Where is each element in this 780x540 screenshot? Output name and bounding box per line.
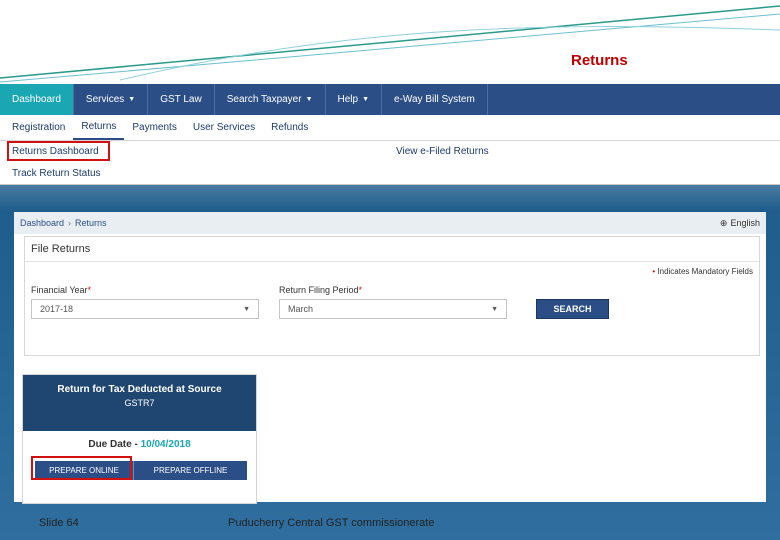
- breadcrumb-current: Returns: [75, 218, 107, 228]
- main-nav: Dashboard Services ▼ GST Law Search Taxpa…: [0, 84, 780, 115]
- return-period-label-text: Return Filing Period: [279, 285, 359, 295]
- slide-decoration: [0, 5, 780, 83]
- nav-label: Services: [85, 94, 125, 105]
- prepare-offline-button[interactable]: PREPARE OFFLINE: [133, 461, 247, 480]
- language-label: English: [730, 218, 760, 228]
- returns-page: Dashboard › Returns ⊕ English File Returns …: [14, 212, 766, 504]
- caret-down-icon: ▼: [128, 96, 136, 103]
- financial-year-label: Financial Year*: [31, 285, 91, 295]
- financial-year-label-text: Financial Year: [31, 285, 88, 295]
- chevron-down-icon: ▼: [491, 305, 498, 313]
- mandatory-note: • Indicates Mandatory Fields: [652, 267, 753, 276]
- slide-number: Slide 64: [39, 517, 79, 529]
- nav-label: Dashboard: [12, 94, 61, 105]
- view-efiled-returns-link[interactable]: View e-Filed Returns: [396, 146, 489, 157]
- return-period-select[interactable]: March ▼: [279, 299, 507, 319]
- breadcrumb-dashboard[interactable]: Dashboard: [20, 218, 64, 228]
- mandatory-note-text: Indicates Mandatory Fields: [657, 267, 753, 276]
- breadcrumb-separator-icon: ›: [68, 218, 72, 228]
- caret-down-icon: ▼: [362, 96, 370, 103]
- divider: [25, 261, 759, 262]
- required-marker: *: [87, 285, 92, 295]
- chevron-down-icon: ▼: [243, 305, 250, 313]
- nav-label: e-Way Bill System: [394, 94, 475, 105]
- financial-year-select[interactable]: 2017-18 ▼: [31, 299, 259, 319]
- search-button[interactable]: SEARCH: [536, 299, 609, 319]
- breadcrumb: Dashboard › Returns ⊕ English: [14, 212, 766, 234]
- card-header: Return for Tax Deducted at Source GSTR7: [23, 375, 256, 431]
- nav-help[interactable]: Help ▼: [326, 84, 383, 115]
- due-date: Due Date - 10/04/2018: [23, 439, 256, 450]
- nav-search-taxpayer[interactable]: Search Taxpayer ▼: [215, 84, 326, 115]
- highlight-box: [7, 141, 110, 161]
- globe-icon: ⊕: [719, 217, 728, 228]
- slide-footer: Puducherry Central GST commissionerate: [228, 517, 435, 529]
- services-menu-panel: Registration Returns Payments User Servi…: [0, 115, 780, 185]
- subnav-returns[interactable]: Returns: [73, 115, 125, 140]
- nav-dashboard[interactable]: Dashboard: [0, 84, 74, 115]
- return-period-value: March: [288, 304, 314, 314]
- financial-year-value: 2017-18: [40, 304, 74, 314]
- caret-down-icon: ▼: [305, 96, 313, 103]
- nav-eway-bill[interactable]: e-Way Bill System: [382, 84, 488, 115]
- slide-title: Returns: [571, 52, 628, 69]
- file-returns-title: File Returns: [31, 243, 91, 255]
- due-date-label: Due Date -: [88, 439, 138, 450]
- nav-label: Help: [337, 94, 359, 105]
- track-return-status-link[interactable]: Track Return Status: [12, 168, 101, 179]
- nav-label: GST Law: [160, 94, 202, 105]
- file-returns-form: File Returns • Indicates Mandatory Field…: [24, 236, 760, 356]
- required-marker: *: [358, 285, 363, 295]
- card-title: Return for Tax Deducted at Source: [57, 384, 222, 395]
- services-subnav: Registration Returns Payments User Servi…: [0, 115, 780, 141]
- required-marker: •: [652, 267, 656, 276]
- subnav-refunds[interactable]: Refunds: [263, 115, 316, 140]
- nav-label: Search Taxpayer: [226, 94, 302, 105]
- subnav-user-services[interactable]: User Services: [185, 115, 263, 140]
- subnav-registration[interactable]: Registration: [4, 115, 73, 140]
- highlight-box: [31, 456, 132, 480]
- nav-gst-law[interactable]: GST Law: [148, 84, 215, 115]
- card-code: GSTR7: [124, 398, 155, 408]
- return-period-label: Return Filing Period*: [279, 285, 362, 295]
- gstr7-return-card: Return for Tax Deducted at Source GSTR7 …: [22, 374, 257, 504]
- nav-services[interactable]: Services ▼: [74, 84, 149, 115]
- language-selector[interactable]: ⊕ English: [720, 218, 760, 229]
- subnav-payments[interactable]: Payments: [124, 115, 184, 140]
- due-date-value: 10/04/2018: [140, 439, 191, 450]
